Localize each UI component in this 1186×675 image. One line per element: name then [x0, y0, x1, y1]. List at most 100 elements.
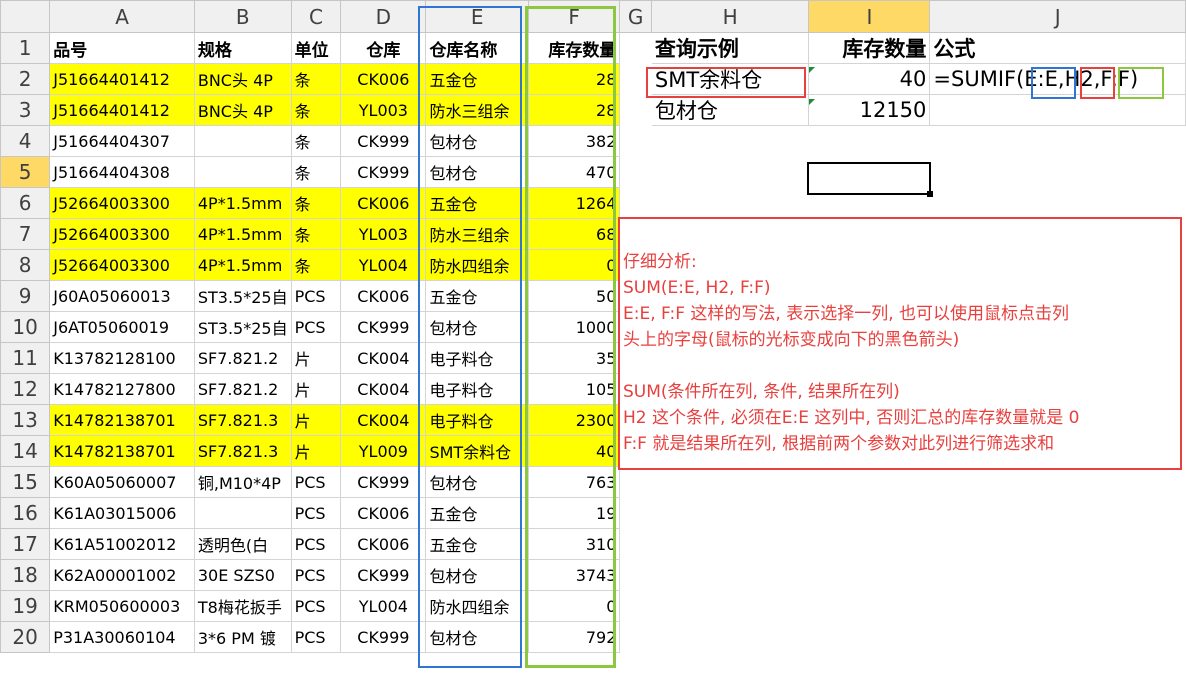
cell-f8[interactable]: 0 [527, 249, 621, 281]
cell-c20[interactable]: PCS [290, 621, 342, 653]
cell-c6[interactable]: 条 [290, 187, 342, 219]
row-header[interactable]: 4 [0, 125, 51, 157]
cell-d10[interactable]: CK999 [340, 311, 427, 343]
cell-a4[interactable]: J51664404307 [49, 125, 195, 157]
cell-f18[interactable]: 3743 [527, 559, 621, 591]
cell-b13[interactable]: SF7.821.3 [193, 404, 292, 436]
cell-f19[interactable]: 0 [527, 590, 621, 622]
cell-a7[interactable]: J52664003300 [49, 218, 195, 250]
cell-h15[interactable] [650, 466, 810, 498]
cell-e1[interactable]: 仓库名称 [425, 32, 529, 64]
cell-j2[interactable]: =SUMIF(E:E,H2,F:F) [929, 63, 1186, 95]
cell-f16[interactable]: 19 [527, 497, 621, 529]
cell-g20[interactable] [619, 621, 652, 653]
cell-d16[interactable]: CK006 [340, 497, 427, 529]
cell-a12[interactable]: K14782127800 [49, 373, 195, 405]
cell-a3[interactable]: J51664401412 [49, 94, 195, 126]
cell-j17[interactable] [929, 528, 1186, 560]
cell-b19[interactable]: T8梅花扳手 [193, 590, 292, 622]
cell-f6[interactable]: 1264 [527, 187, 621, 219]
cell-f15[interactable]: 763 [527, 466, 621, 498]
cell-d5[interactable]: CK999 [340, 156, 427, 188]
cell-e19[interactable]: 防水四组余 [425, 590, 529, 622]
cell-d1[interactable]: 仓库 [340, 32, 427, 64]
cell-e11[interactable]: 电子料仓 [425, 342, 529, 374]
cell-b3[interactable]: BNC头 4P [193, 94, 292, 126]
cell-c5[interactable]: 条 [290, 156, 342, 188]
cell-e7[interactable]: 防水三组余 [425, 218, 529, 250]
cell-c15[interactable]: PCS [290, 466, 342, 498]
column-header-i[interactable]: I [808, 0, 931, 33]
cell-h19[interactable] [650, 590, 810, 622]
cell-f13[interactable]: 2300 [527, 404, 621, 436]
cell-j3[interactable] [929, 94, 1186, 126]
cell-b18[interactable]: 30E SZS0 [193, 559, 292, 591]
row-header[interactable]: 7 [0, 218, 51, 250]
cell-g2[interactable] [619, 63, 652, 95]
cell-h18[interactable] [650, 559, 810, 591]
cell-e10[interactable]: 包材仓 [425, 311, 529, 343]
row-header[interactable]: 14 [0, 435, 51, 467]
row-header[interactable]: 8 [0, 249, 51, 281]
row-header[interactable]: 16 [0, 497, 51, 529]
row-header[interactable]: 10 [0, 311, 51, 343]
cell-f2[interactable]: 28 [527, 63, 621, 95]
cell-d4[interactable]: CK999 [340, 125, 427, 157]
cell-c4[interactable]: 条 [290, 125, 342, 157]
cell-g18[interactable] [619, 559, 652, 591]
cell-b1[interactable]: 规格 [193, 32, 292, 64]
cell-i2[interactable]: 40 [808, 63, 931, 95]
cell-c2[interactable]: 条 [290, 63, 342, 95]
row-header[interactable]: 15 [0, 466, 51, 498]
cell-g5[interactable] [619, 156, 652, 188]
cell-b10[interactable]: ST3.5*25自 [193, 311, 292, 343]
cell-c8[interactable]: 条 [290, 249, 342, 281]
cell-e14[interactable]: SMT余料仓 [425, 435, 529, 467]
cell-c14[interactable]: 片 [290, 435, 342, 467]
cell-h1[interactable]: 查询示例 [650, 32, 810, 64]
cell-h6[interactable] [650, 187, 810, 219]
cell-c10[interactable]: PCS [290, 311, 342, 343]
cell-c19[interactable]: PCS [290, 590, 342, 622]
cell-g16[interactable] [619, 497, 652, 529]
row-header[interactable]: 17 [0, 528, 51, 560]
cell-e18[interactable]: 包材仓 [425, 559, 529, 591]
cell-j1[interactable]: 公式 [929, 32, 1186, 64]
cell-f20[interactable]: 792 [527, 621, 621, 653]
row-header[interactable]: 5 [0, 156, 51, 188]
cell-d18[interactable]: CK999 [340, 559, 427, 591]
select-all-corner[interactable] [0, 0, 51, 33]
cell-a5[interactable]: J51664404308 [49, 156, 195, 188]
cell-b16[interactable] [193, 497, 292, 529]
cell-c3[interactable]: 条 [290, 94, 342, 126]
cell-i4[interactable] [808, 125, 931, 157]
cell-j15[interactable] [929, 466, 1186, 498]
cell-f3[interactable]: 28 [527, 94, 621, 126]
cell-f11[interactable]: 35 [527, 342, 621, 374]
cell-g4[interactable] [619, 125, 652, 157]
cell-a1[interactable]: 品号 [49, 32, 195, 64]
cell-e3[interactable]: 防水三组余 [425, 94, 529, 126]
cell-d6[interactable]: CK006 [340, 187, 427, 219]
cell-h17[interactable] [650, 528, 810, 560]
cell-b9[interactable]: ST3.5*25自 [193, 280, 292, 312]
cell-e8[interactable]: 防水四组余 [425, 249, 529, 281]
cell-e17[interactable]: 五金仓 [425, 528, 529, 560]
cell-h16[interactable] [650, 497, 810, 529]
cell-d14[interactable]: YL009 [340, 435, 427, 467]
cell-b4[interactable] [193, 125, 292, 157]
cell-g17[interactable] [619, 528, 652, 560]
cell-e12[interactable]: 电子料仓 [425, 373, 529, 405]
cell-a18[interactable]: K62A00001002 [49, 559, 195, 591]
cell-b5[interactable] [193, 156, 292, 188]
cell-d7[interactable]: YL003 [340, 218, 427, 250]
cell-a8[interactable]: J52664003300 [49, 249, 195, 281]
column-header-j[interactable]: J [929, 0, 1186, 33]
cell-c11[interactable]: 片 [290, 342, 342, 374]
cell-i19[interactable] [808, 590, 931, 622]
column-header-d[interactable]: D [340, 0, 427, 33]
cell-j4[interactable] [929, 125, 1186, 157]
cell-i3[interactable]: 12150 [808, 94, 931, 126]
row-header[interactable]: 20 [0, 621, 51, 653]
cell-i15[interactable] [808, 466, 931, 498]
